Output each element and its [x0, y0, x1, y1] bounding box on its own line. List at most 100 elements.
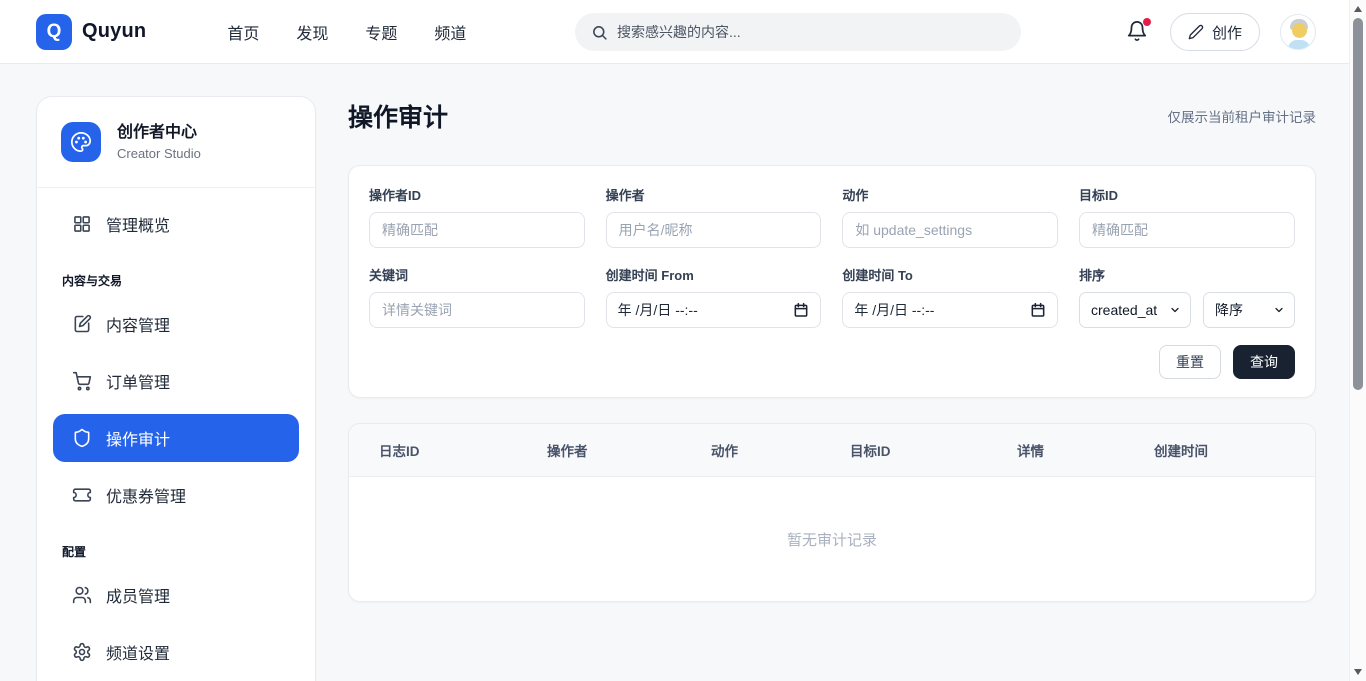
sidebar-item-label: 优惠券管理: [106, 489, 187, 506]
operator-id-label: 操作者ID: [369, 188, 422, 203]
sort-controls: created_at 降序: [1079, 292, 1295, 328]
sort-order-value: 降序: [1215, 302, 1243, 318]
sidebar-menu: 管理概览 内容与交易 内容管理 订单管理 操作审计 优惠券管理 配置 成员管理 …: [37, 188, 315, 681]
sidebar-title: 创作者中心: [117, 124, 198, 142]
page-title: 操作审计: [348, 104, 449, 132]
calendar-icon[interactable]: [793, 302, 809, 318]
empty-state: 暂无审计记录: [349, 477, 1315, 601]
col-target-id: 目标ID: [850, 444, 891, 459]
filter-field-operator: 操作者: [605, 185, 822, 248]
filter-card: 操作者ID 操作者 动作 目标ID 关键词 创建时间 From: [348, 165, 1316, 398]
scrollbar-up-arrow-icon[interactable]: [1354, 6, 1362, 12]
sidebar-item-content[interactable]: 内容管理: [53, 300, 299, 348]
sidebar-item-label: 内容管理: [106, 318, 171, 335]
filter-buttons: 重置 查询: [369, 345, 1295, 379]
col-operator: 操作者: [547, 444, 588, 459]
sidebar-item-orders[interactable]: 订单管理: [53, 357, 299, 405]
filter-field-operator-id: 操作者ID: [369, 185, 585, 248]
file-pen-icon: [72, 314, 92, 334]
brand[interactable]: Q Quyun: [36, 13, 147, 50]
sidebar-item-channel-settings[interactable]: 频道设置: [53, 628, 299, 676]
col-action: 动作: [711, 444, 738, 459]
sidebar-section-content-trade: 内容与交易: [62, 274, 123, 288]
action-input[interactable]: [842, 212, 1058, 248]
global-search[interactable]: [575, 13, 1021, 51]
keyword-input[interactable]: [369, 292, 585, 328]
nav-link-channels[interactable]: 频道: [434, 20, 466, 44]
ticket-icon: [72, 485, 92, 505]
palette-icon: [61, 122, 101, 162]
sidebar-item-members[interactable]: 成员管理: [53, 571, 299, 619]
sidebar-item-coupons[interactable]: 优惠券管理: [53, 471, 299, 519]
sidebar-item-audit[interactable]: 操作审计: [53, 414, 299, 462]
created-to-label: 创建时间 To: [842, 268, 913, 283]
filter-field-keyword: 关键词: [369, 265, 585, 328]
sidebar-item-label: 操作审计: [106, 432, 171, 449]
datetime-from-input[interactable]: 年 /月/日 --:--: [605, 292, 822, 328]
nav-link-topics[interactable]: 专题: [365, 20, 397, 44]
search-input[interactable]: [617, 24, 1005, 40]
operator-id-input[interactable]: [369, 212, 585, 248]
brand-name: Quyun: [82, 20, 147, 42]
target-id-label: 目标ID: [1079, 188, 1119, 203]
scrollbar-down-arrow-icon[interactable]: [1354, 669, 1362, 675]
navbar-actions: 创作: [1126, 0, 1316, 64]
brand-logo-letter: Q: [46, 20, 62, 42]
top-navbar: Q Quyun 首页 发现 专题 频道 创作: [0, 0, 1366, 64]
target-id-input[interactable]: [1079, 212, 1295, 248]
page-header: 操作审计 仅展示当前租户审计记录: [348, 98, 1316, 134]
cart-icon: [72, 371, 92, 391]
filter-field-created-from: 创建时间 From 年 /月/日 --:--: [605, 265, 822, 328]
filter-field-sort: 排序 created_at 降序: [1079, 265, 1295, 328]
chevron-down-icon: [1275, 307, 1283, 313]
sidebar-header-text: 创作者中心 Creator Studio: [117, 123, 201, 161]
nav-link-discover[interactable]: 发现: [296, 20, 328, 44]
datetime-to-value: 年 /月/日 --:--: [854, 302, 935, 318]
avatar-body: [1288, 40, 1310, 49]
create-button-label: 创作: [1211, 24, 1242, 42]
calendar-icon[interactable]: [1030, 302, 1046, 318]
user-avatar[interactable]: [1280, 14, 1316, 50]
sidebar-item-label: 频道设置: [106, 646, 171, 663]
gear-icon: [72, 642, 92, 662]
scrollbar-thumb[interactable]: [1353, 18, 1363, 390]
sort-order-select[interactable]: 降序: [1203, 292, 1295, 328]
col-created-at: 创建时间: [1154, 444, 1208, 459]
col-detail: 详情: [1017, 444, 1044, 459]
sort-label: 排序: [1079, 268, 1106, 283]
query-button[interactable]: 查询: [1233, 345, 1295, 379]
col-log-id: 日志ID: [379, 444, 420, 459]
notification-dot-badge: [1142, 18, 1151, 26]
search-icon: [591, 24, 608, 41]
notifications-button[interactable]: [1126, 18, 1151, 44]
create-button[interactable]: 创作: [1169, 13, 1260, 51]
reset-button[interactable]: 重置: [1159, 345, 1221, 379]
sidebar-subtitle: Creator Studio: [117, 145, 201, 161]
operator-label: 操作者: [605, 188, 645, 203]
filter-field-target-id: 目标ID: [1079, 185, 1295, 248]
nav-link-home[interactable]: 首页: [227, 20, 259, 44]
pencil-icon: [1188, 24, 1204, 40]
avatar-face: [1291, 23, 1307, 38]
sidebar-item-label: 订单管理: [106, 375, 171, 392]
grid-icon: [72, 214, 92, 234]
datetime-to-input[interactable]: 年 /月/日 --:--: [842, 292, 1058, 328]
creator-sidebar: 创作者中心 Creator Studio 管理概览 内容与交易 内容管理 订单管…: [36, 96, 316, 681]
sort-field-select[interactable]: created_at: [1079, 292, 1191, 328]
sidebar-item-overview[interactable]: 管理概览: [53, 200, 299, 248]
tenant-note: 仅展示当前租户审计记录: [1167, 110, 1317, 125]
operator-input[interactable]: [605, 212, 822, 248]
filter-field-action: 动作: [842, 185, 1058, 248]
action-label: 动作: [842, 188, 869, 203]
sort-field-value: created_at: [1091, 302, 1158, 318]
created-from-label: 创建时间 From: [605, 268, 694, 283]
audit-table-card: 日志ID 操作者 动作 目标ID 详情 创建时间 暂无审计记录: [348, 423, 1316, 602]
brand-logo-icon: Q: [36, 13, 72, 50]
table-header-row: 日志ID 操作者 动作 目标ID 详情 创建时间: [349, 424, 1315, 477]
sidebar-header: 创作者中心 Creator Studio: [37, 97, 315, 187]
filter-field-created-to: 创建时间 To 年 /月/日 --:--: [842, 265, 1058, 328]
main-content: 操作审计 仅展示当前租户审计记录 操作者ID 操作者 动作 目标ID 关键: [348, 96, 1316, 602]
primary-nav: 首页 发现 专题 频道: [227, 20, 466, 44]
page-scrollbar[interactable]: [1349, 0, 1366, 681]
users-icon: [72, 585, 92, 605]
